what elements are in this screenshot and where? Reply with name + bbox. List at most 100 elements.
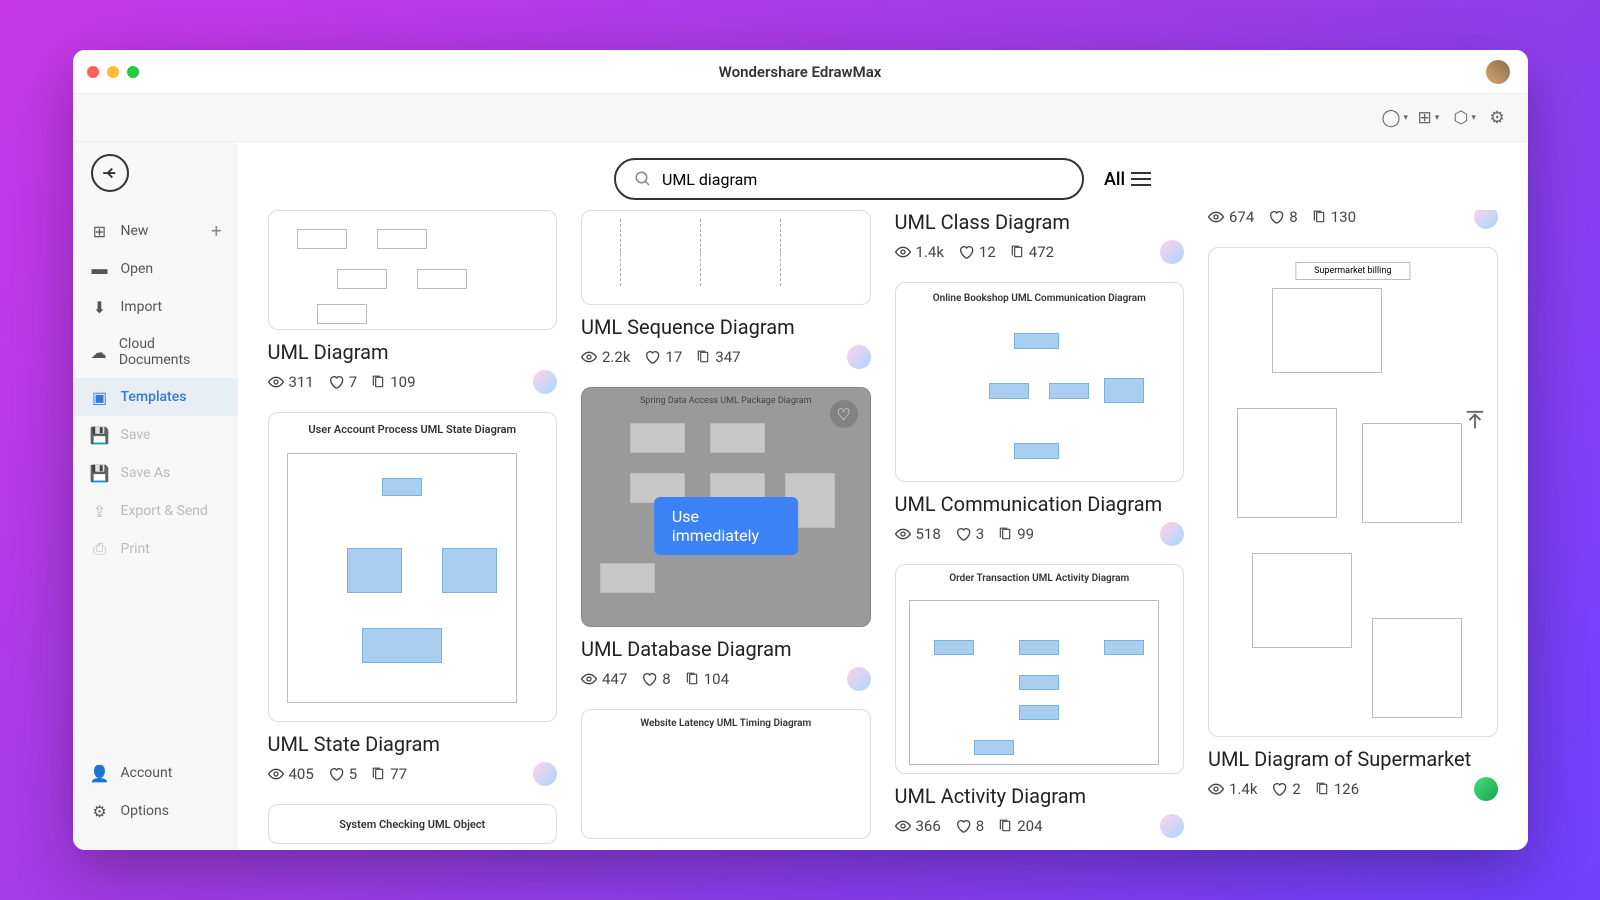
template-card-uml-diagram[interactable]: UML Diagram 311 7 109 (268, 210, 558, 394)
sidebar-item-label: Account (121, 765, 173, 781)
back-button[interactable] (91, 154, 129, 192)
sidebar-item-print: ⎙ Print (73, 530, 238, 568)
copy-icon (371, 766, 385, 782)
template-stats: 1.4k 12 472 (895, 240, 1185, 264)
heart-icon (644, 349, 660, 365)
author-avatar[interactable] (847, 667, 871, 691)
template-title: UML Sequence Diagram (581, 315, 871, 339)
close-window-button[interactable] (87, 66, 99, 78)
template-card-sequence[interactable]: UML Sequence Diagram 2.2k 17 347 (581, 210, 871, 369)
sidebar-item-label: Save As (121, 465, 171, 481)
settings-icon[interactable]: ⚙ (1490, 109, 1508, 127)
eye-icon (1208, 210, 1224, 225)
copy-icon (1010, 244, 1024, 260)
sidebar-item-label: New (121, 223, 149, 239)
search-input[interactable] (662, 170, 1064, 189)
author-avatar[interactable] (1160, 522, 1184, 546)
sidebar-item-label: Print (121, 541, 150, 557)
author-avatar[interactable] (1160, 814, 1184, 838)
heart-icon (958, 244, 974, 260)
template-thumbnail (268, 210, 558, 330)
eye-icon (268, 374, 284, 390)
gear-icon: ⚙ (91, 802, 109, 820)
template-stats: 1.4k 2 126 (1208, 777, 1498, 801)
copy-icon (1312, 210, 1326, 225)
share-icon[interactable]: ⬡▾ (1454, 109, 1472, 127)
template-card-database[interactable]: ♡ Spring Data Access UML Package Diagram… (581, 387, 871, 691)
template-card-activity[interactable]: Order Transaction UML Activity Diagram U… (895, 564, 1185, 838)
template-thumbnail: Online Bookshop UML Communication Diagra… (895, 282, 1185, 482)
sidebar-item-label: Options (121, 803, 169, 819)
sidebar-item-open[interactable]: ▬Open (73, 250, 238, 288)
sidebar-item-save: 💾 Save (73, 416, 238, 454)
cloud-icon: ☁ (91, 343, 107, 361)
eye-icon (268, 766, 284, 782)
template-title: UML Communication Diagram (895, 492, 1185, 516)
sidebar-item-import[interactable]: ⬇Import (73, 288, 238, 326)
filter-label: All (1104, 169, 1125, 190)
heart-icon (328, 766, 344, 782)
template-card-supermarket[interactable]: Supermarket billing UML Diagram of Super… (1208, 247, 1498, 801)
template-card-object-partial[interactable]: System Checking UML Object (268, 804, 558, 844)
search-box[interactable] (614, 158, 1084, 200)
sidebar-item-options[interactable]: ⚙ Options (73, 792, 238, 830)
copy-icon (998, 818, 1012, 834)
template-thumbnail: Supermarket billing (1208, 247, 1498, 737)
sidebar-item-new[interactable]: ⊞New+ (73, 212, 238, 250)
template-title: UML Activity Diagram (895, 784, 1185, 808)
template-grid: UML Diagram 311 7 109 User Account Proce… (238, 210, 1528, 850)
template-card-timing-partial[interactable]: Website Latency UML Timing Diagram (581, 709, 871, 839)
template-stats: 405 5 77 (268, 762, 558, 786)
author-avatar[interactable] (847, 345, 871, 369)
save-icon: 💾 (91, 426, 109, 444)
copy-icon (371, 374, 385, 390)
author-avatar[interactable] (1160, 240, 1184, 264)
template-card-class[interactable]: UML Class Diagram 1.4k 12 472 (895, 210, 1185, 264)
author-avatar[interactable] (533, 762, 557, 786)
person-icon: 👤 (91, 764, 109, 782)
template-title: UML Class Diagram (895, 210, 1185, 234)
thumb-caption: Online Bookshop UML Communication Diagra… (896, 293, 1184, 304)
user-avatar[interactable] (1486, 60, 1510, 84)
copy-icon (685, 671, 699, 687)
author-avatar[interactable] (533, 370, 557, 394)
folder-icon: ▬ (91, 260, 109, 278)
sidebar-item-label: Templates (121, 389, 187, 405)
sidebar-item-account[interactable]: 👤 Account (73, 754, 238, 792)
sidebar-item-cloud[interactable]: ☁Cloud Documents (73, 326, 238, 378)
titlebar: Wondershare EdrawMax (73, 50, 1528, 94)
template-thumbnail: User Account Process UML State Diagram (268, 412, 558, 722)
template-thumbnail: System Checking UML Object (268, 804, 558, 844)
template-title: UML Database Diagram (581, 637, 871, 661)
sidebar-item-label: Save (121, 427, 151, 443)
sidebar-nav: ⊞New+ ▬Open ⬇Import ☁Cloud Documents ▣Te… (73, 212, 238, 568)
template-thumbnail: Website Latency UML Timing Diagram (581, 709, 871, 839)
template-thumbnail: Order Transaction UML Activity Diagram (895, 564, 1185, 774)
print-icon: ⎙ (91, 540, 109, 558)
download-icon: ⬇ (91, 298, 109, 316)
help-icon[interactable]: ◯▾ (1382, 109, 1400, 127)
template-thumbnail (581, 210, 871, 305)
use-immediately-button[interactable]: Use immediately (654, 497, 798, 555)
eye-icon (581, 671, 597, 687)
apps-icon[interactable]: ⊞▾ (1418, 109, 1436, 127)
sidebar-item-templates[interactable]: ▣Templates (73, 378, 238, 416)
template-stats: 366 8 204 (895, 814, 1185, 838)
template-card-state[interactable]: User Account Process UML State Diagram U… (268, 412, 558, 786)
author-avatar[interactable] (1474, 777, 1498, 801)
thumb-caption: System Checking UML Object (339, 818, 485, 831)
author-avatar[interactable] (1474, 210, 1498, 229)
copy-icon (696, 349, 710, 365)
template-card-communication[interactable]: Online Bookshop UML Communication Diagra… (895, 282, 1185, 546)
template-stats: 2.2k 17 347 (581, 345, 871, 369)
template-title: UML Diagram of Supermarket (1208, 747, 1498, 771)
maximize-window-button[interactable] (127, 66, 139, 78)
copy-icon (998, 526, 1012, 542)
sidebar-item-label: Export & Send (121, 503, 208, 519)
filter-all-button[interactable]: All (1104, 169, 1151, 190)
heart-icon (328, 374, 344, 390)
heart-icon (641, 671, 657, 687)
minimize-window-button[interactable] (107, 66, 119, 78)
sidebar-item-saveas: 💾Save As (73, 454, 238, 492)
scroll-top-button[interactable] (1464, 410, 1486, 432)
